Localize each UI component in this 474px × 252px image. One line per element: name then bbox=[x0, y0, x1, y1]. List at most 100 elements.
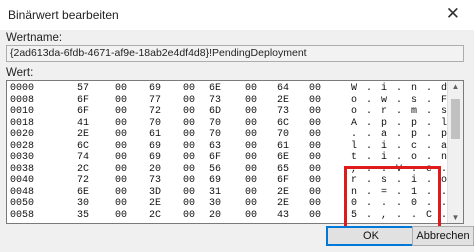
hex-byte: 00 bbox=[115, 175, 128, 186]
scroll-down-icon[interactable]: ▼ bbox=[448, 213, 463, 222]
close-icon[interactable]: ✕ bbox=[446, 4, 460, 24]
hex-byte: 61 bbox=[277, 140, 290, 152]
hex-offset: 0018 bbox=[10, 117, 35, 129]
hex-byte: 00 bbox=[115, 129, 128, 140]
hex-row: 0030 74 00 69 00 6F 00 6E 00 t . i . o . n . bbox=[7, 152, 462, 164]
hex-byte: 00 bbox=[309, 117, 322, 129]
hex-byte: 2E bbox=[277, 186, 290, 198]
value-label: Wert: bbox=[6, 67, 34, 79]
hex-byte: 77 bbox=[149, 94, 162, 106]
hex-byte: 00 bbox=[309, 198, 322, 209]
hex-byte: 64 bbox=[277, 83, 290, 94]
hex-byte: 57 bbox=[77, 83, 90, 94]
cancel-button[interactable]: Abbrechen bbox=[412, 226, 474, 246]
hex-byte: 00 bbox=[245, 152, 258, 163]
hex-offset: 0008 bbox=[10, 94, 35, 106]
hex-byte: 63 bbox=[209, 140, 222, 152]
hex-byte: 00 bbox=[115, 140, 128, 152]
hex-byte: 00 bbox=[245, 163, 258, 175]
hex-byte: 00 bbox=[309, 209, 322, 221]
hex-byte: 61 bbox=[149, 129, 162, 140]
hex-byte: 65 bbox=[277, 163, 290, 175]
hex-byte: 2E bbox=[149, 198, 162, 209]
hex-byte: 30 bbox=[77, 198, 90, 209]
hex-row: 0010 6F 00 72 00 6D 00 73 00 o . r . m . s . bbox=[7, 106, 462, 118]
hex-byte: 00 bbox=[245, 186, 258, 198]
hex-offset: 0040 bbox=[10, 175, 35, 186]
hex-byte: 00 bbox=[115, 209, 128, 221]
hex-byte: 70 bbox=[149, 117, 162, 129]
hex-byte: 00 bbox=[245, 129, 258, 140]
scroll-thumb[interactable] bbox=[451, 99, 460, 139]
name-label: Wertname: bbox=[6, 32, 63, 44]
hex-byte: 00 bbox=[309, 140, 322, 152]
hex-byte: 00 bbox=[309, 129, 322, 140]
hex-byte: 00 bbox=[183, 94, 196, 106]
title-bar: Binärwert bearbeiten ✕ bbox=[0, 0, 474, 30]
hex-byte: 00 bbox=[183, 117, 196, 129]
hex-byte: 6D bbox=[209, 106, 222, 117]
hex-byte: 6F bbox=[77, 106, 90, 117]
hex-byte: 00 bbox=[245, 106, 258, 117]
hex-byte: 6E bbox=[77, 186, 90, 198]
hex-byte: 00 bbox=[309, 106, 322, 117]
hex-byte: 20 bbox=[149, 163, 162, 175]
hex-byte: 56 bbox=[209, 163, 222, 175]
hex-byte: 6F bbox=[277, 175, 290, 186]
hex-byte: 69 bbox=[209, 175, 222, 186]
hex-byte: 00 bbox=[115, 198, 128, 209]
hex-offset: 0048 bbox=[10, 186, 35, 198]
hex-byte: 2C bbox=[149, 209, 162, 221]
hex-byte: 00 bbox=[309, 163, 322, 175]
hex-byte: 00 bbox=[245, 117, 258, 129]
hex-byte: 00 bbox=[115, 83, 128, 94]
hex-byte: 70 bbox=[209, 117, 222, 129]
hex-byte: 00 bbox=[183, 152, 196, 163]
hex-byte: 00 bbox=[245, 83, 258, 94]
hex-byte: 00 bbox=[245, 94, 258, 106]
hex-row: 0028 6C 00 69 00 63 00 61 00 l . i . c . a . bbox=[7, 140, 462, 153]
hex-byte: 3D bbox=[149, 186, 162, 198]
hex-byte: 00 bbox=[183, 198, 196, 209]
hex-offset: 0030 bbox=[10, 152, 35, 163]
hex-byte: 00 bbox=[183, 163, 196, 175]
hex-byte: 6F bbox=[209, 152, 222, 163]
hex-offset: 0038 bbox=[10, 163, 35, 175]
hex-offset: 0028 bbox=[10, 140, 35, 152]
vertical-scrollbar[interactable]: ▲ ▼ bbox=[447, 81, 463, 223]
hex-byte: 70 bbox=[209, 129, 222, 140]
hex-byte: 2E bbox=[277, 94, 290, 106]
hex-byte: 00 bbox=[183, 186, 196, 198]
hex-byte: 6C bbox=[277, 117, 290, 129]
hex-byte: 00 bbox=[183, 83, 196, 94]
hex-byte: 2C bbox=[77, 163, 90, 175]
hex-row: 0008 6F 00 77 00 73 00 2E 00 o . w . s . F . bbox=[7, 94, 462, 107]
hex-byte: 35 bbox=[77, 209, 90, 221]
hex-byte: 00 bbox=[245, 209, 258, 221]
hex-byte: 00 bbox=[309, 175, 322, 186]
hex-byte: 73 bbox=[209, 94, 222, 106]
ok-button[interactable]: OK bbox=[326, 226, 416, 246]
hex-offset: 0020 bbox=[10, 129, 35, 140]
hex-byte: 72 bbox=[77, 175, 90, 186]
hex-byte: 6E bbox=[209, 83, 222, 94]
hex-byte: 00 bbox=[115, 152, 128, 163]
hex-byte: 20 bbox=[209, 209, 222, 221]
hex-offset: 0058 bbox=[10, 209, 35, 221]
hex-byte: 6E bbox=[277, 152, 290, 163]
hex-byte: 00 bbox=[309, 186, 322, 198]
value-name-field: {2ad613da-6fdb-4671-af9e-18ab2e4df4d8}!P… bbox=[6, 45, 464, 62]
hex-byte: 41 bbox=[77, 117, 90, 129]
hex-offset: 0000 bbox=[10, 83, 35, 94]
scroll-up-icon[interactable]: ▲ bbox=[448, 82, 463, 91]
hex-byte: 70 bbox=[277, 129, 290, 140]
hex-row: 0018 41 00 70 00 70 00 6C 00 A . p . p . l . bbox=[7, 117, 462, 130]
hex-byte: 2E bbox=[77, 129, 90, 140]
hex-byte: 00 bbox=[183, 106, 196, 117]
hex-byte: 69 bbox=[149, 83, 162, 94]
window-title: Binärwert bearbeiten bbox=[8, 8, 119, 22]
hex-byte: 74 bbox=[77, 152, 90, 163]
hex-byte: 00 bbox=[309, 94, 322, 106]
hex-byte: 2E bbox=[277, 198, 290, 209]
hex-byte: 00 bbox=[183, 129, 196, 140]
